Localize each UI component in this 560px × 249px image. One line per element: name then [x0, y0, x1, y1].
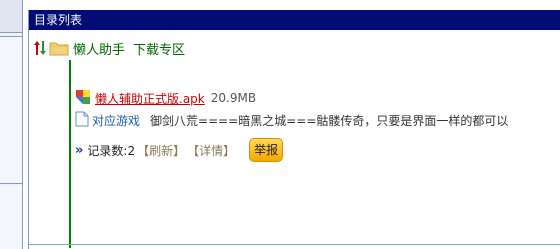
file-size: 20.9MB: [210, 91, 257, 105]
details-link[interactable]: 【详情】: [187, 142, 235, 159]
directory-content: 懒人助手 下载专区 懒人辅助正式版.apk 20.9MB 对应游戏 御剑八荒==…: [29, 30, 560, 249]
refresh-link[interactable]: 【刷新】: [137, 142, 185, 159]
related-game-row: 对应游戏 御剑八荒====暗黑之城===骷髅传奇，只要是界面一样的都可以: [75, 110, 508, 130]
related-game-description: 御剑八荒====暗黑之城===骷髅传奇，只要是界面一样的都可以: [150, 113, 509, 128]
panel-title: 目录列表: [29, 10, 560, 30]
tree-entry-header: 懒人助手 下载专区: [33, 38, 185, 58]
panel-bottom-divider: [29, 244, 560, 245]
left-sidebar-header: [0, 0, 22, 33]
folder-icon: [49, 40, 69, 56]
file-row: 懒人辅助正式版.apk 20.9MB: [75, 88, 256, 108]
apk-file-icon: [75, 89, 91, 108]
record-count: 记录数:2: [87, 143, 136, 158]
tree-connector-line: [69, 60, 71, 248]
stats-row: » 记录数:2 【刷新】 【详情】 举报: [75, 138, 284, 162]
directory-panel: 目录列表 懒人助手 下载专区 懒人辅助正式版.apk 20.9MB 对应游戏 御…: [28, 10, 560, 249]
left-sidebar-fragment: [0, 0, 23, 249]
left-sidebar-box-lower: [0, 186, 22, 249]
sort-arrows-icon[interactable]: [33, 40, 47, 56]
apk-download-link[interactable]: 懒人辅助正式版.apk: [95, 90, 205, 107]
related-game-link[interactable]: 对应游戏: [92, 112, 140, 129]
left-sidebar-box: [0, 36, 22, 184]
document-icon: [75, 111, 89, 130]
entry-title-link[interactable]: 懒人助手: [73, 39, 125, 58]
double-arrow-icon: »: [75, 142, 84, 158]
report-button[interactable]: 举报: [249, 138, 284, 162]
download-section-link[interactable]: 下载专区: [133, 39, 185, 58]
